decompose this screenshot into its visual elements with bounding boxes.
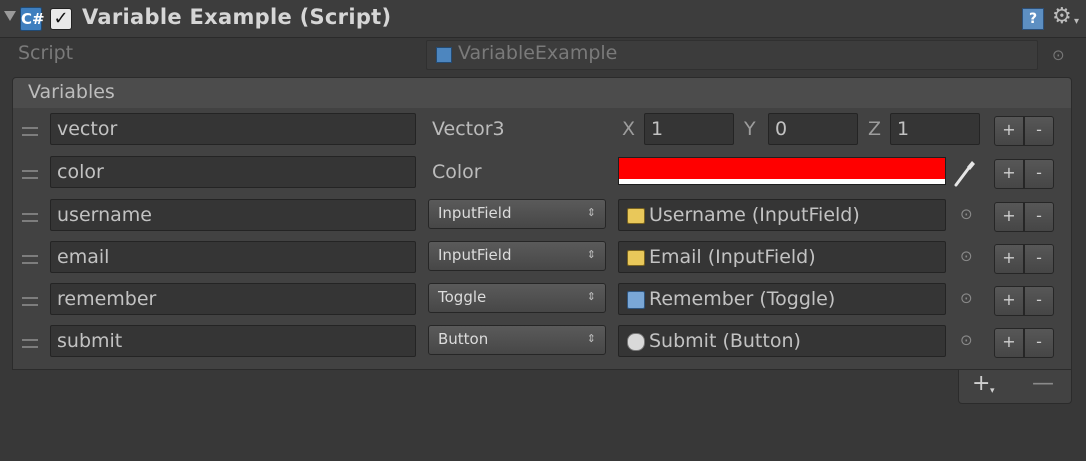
dropdown-arrow-icon: ⇕ — [586, 332, 596, 345]
row-remove-button[interactable]: - — [1024, 286, 1054, 316]
object-reference-value: Email (InputField) — [649, 246, 816, 268]
variables-list-title: Variables — [28, 81, 115, 103]
vector-z-field[interactable]: 1 — [890, 113, 980, 145]
help-icon[interactable]: ? — [1022, 8, 1044, 30]
csharp-script-icon: C# — [20, 7, 45, 31]
gear-caret-icon[interactable]: ▾ — [1074, 16, 1079, 27]
object-reference-field[interactable]: Remember (Toggle) — [618, 283, 946, 315]
row-remove-button[interactable]: - — [1024, 202, 1054, 232]
row-remove-button[interactable]: - — [1024, 244, 1054, 274]
list-item-submit: submit Button ⇕ Submit (Button) ⊙ + - — [12, 322, 1072, 362]
row-add-button[interactable]: + — [994, 286, 1024, 316]
toggle-icon — [627, 291, 645, 309]
vector-x-label: X — [622, 118, 636, 140]
row-add-button[interactable]: + — [994, 202, 1024, 232]
row-add-button[interactable]: + — [994, 328, 1024, 358]
drag-handle-icon[interactable] — [22, 339, 38, 348]
dropdown-value: InputField — [438, 246, 512, 264]
variable-name-field[interactable]: vector — [50, 113, 416, 145]
vector-y-label: Y — [744, 118, 756, 140]
enable-checkbox[interactable]: ✓ — [50, 8, 72, 30]
add-variable-caret-icon[interactable]: ▾ — [990, 386, 995, 396]
dropdown-value: Toggle — [438, 288, 487, 306]
object-reference-field[interactable]: Username (InputField) — [618, 199, 946, 231]
script-object-picker-icon[interactable]: ⊙ — [1052, 46, 1065, 64]
vector-y-field[interactable]: 0 — [768, 113, 858, 145]
component-title: Variable Example (Script) — [82, 5, 392, 29]
list-item-vector: vector Vector3 X 1 Y 0 Z 1 + - — [12, 110, 1072, 150]
object-reference-value: Username (InputField) — [649, 204, 860, 226]
list-item-email: email InputField ⇕ Email (InputField) ⊙ … — [12, 238, 1072, 278]
object-reference-value: Remember (Toggle) — [649, 288, 836, 310]
color-swatch[interactable] — [618, 157, 946, 185]
drag-handle-icon[interactable] — [22, 127, 38, 136]
vector-z-label: Z — [868, 118, 882, 140]
object-reference-value: Submit (Button) — [649, 330, 801, 352]
variable-type-label: Vector3 — [432, 118, 505, 140]
list-item-color: color Color + - — [12, 153, 1072, 193]
script-asset-icon — [436, 47, 452, 63]
variable-name-field[interactable]: submit — [50, 325, 416, 357]
inputfield-icon — [627, 250, 645, 266]
object-picker-icon[interactable]: ⊙ — [960, 283, 973, 313]
dropdown-arrow-icon: ⇕ — [586, 248, 596, 261]
dropdown-arrow-icon: ⇕ — [586, 290, 596, 303]
button-icon — [627, 333, 645, 351]
component-type-dropdown[interactable]: Button ⇕ — [428, 325, 606, 355]
row-remove-button[interactable]: - — [1024, 328, 1054, 358]
object-reference-field[interactable]: Submit (Button) — [618, 325, 946, 357]
script-label: Script — [18, 42, 74, 64]
row-add-button[interactable]: + — [994, 159, 1024, 189]
list-item-username: username InputField ⇕ Username (InputFie… — [12, 196, 1072, 236]
add-variable-button[interactable]: + — [972, 371, 990, 396]
color-alpha-bar — [619, 179, 945, 184]
inputfield-icon — [627, 208, 645, 224]
dropdown-arrow-icon: ⇕ — [586, 206, 596, 219]
drag-handle-icon[interactable] — [22, 213, 38, 222]
drag-handle-icon[interactable] — [22, 170, 38, 179]
foldout-arrow-icon[interactable] — [4, 11, 16, 21]
variable-name-field[interactable]: remember — [50, 283, 416, 315]
variable-name-field[interactable]: username — [50, 199, 416, 231]
vector-x-field[interactable]: 1 — [644, 113, 734, 145]
component-type-dropdown[interactable]: InputField ⇕ — [428, 199, 606, 229]
list-item-remember: remember Toggle ⇕ Remember (Toggle) ⊙ + … — [12, 280, 1072, 320]
dropdown-value: Button — [438, 330, 489, 348]
variable-type-label: Color — [432, 161, 482, 183]
script-value: VariableExample — [458, 42, 618, 64]
row-add-button[interactable]: + — [994, 116, 1024, 146]
dropdown-value: InputField — [438, 204, 512, 222]
remove-variable-button[interactable]: — — [1032, 371, 1054, 396]
component-type-dropdown[interactable]: InputField ⇕ — [428, 241, 606, 271]
object-picker-icon[interactable]: ⊙ — [960, 241, 973, 271]
object-picker-icon[interactable]: ⊙ — [960, 199, 973, 229]
gear-icon[interactable]: ⚙ — [1052, 4, 1072, 29]
variable-name-field[interactable]: color — [50, 156, 416, 188]
row-remove-button[interactable]: - — [1024, 159, 1054, 189]
row-add-button[interactable]: + — [994, 244, 1024, 274]
row-remove-button[interactable]: - — [1024, 116, 1054, 146]
drag-handle-icon[interactable] — [22, 255, 38, 264]
eyedropper-icon[interactable] — [952, 155, 978, 189]
object-picker-icon[interactable]: ⊙ — [960, 325, 973, 355]
drag-handle-icon[interactable] — [22, 297, 38, 306]
variables-list-header — [12, 77, 1072, 109]
object-reference-field[interactable]: Email (InputField) — [618, 241, 946, 273]
component-type-dropdown[interactable]: Toggle ⇕ — [428, 283, 606, 313]
variable-name-field[interactable]: email — [50, 241, 416, 273]
